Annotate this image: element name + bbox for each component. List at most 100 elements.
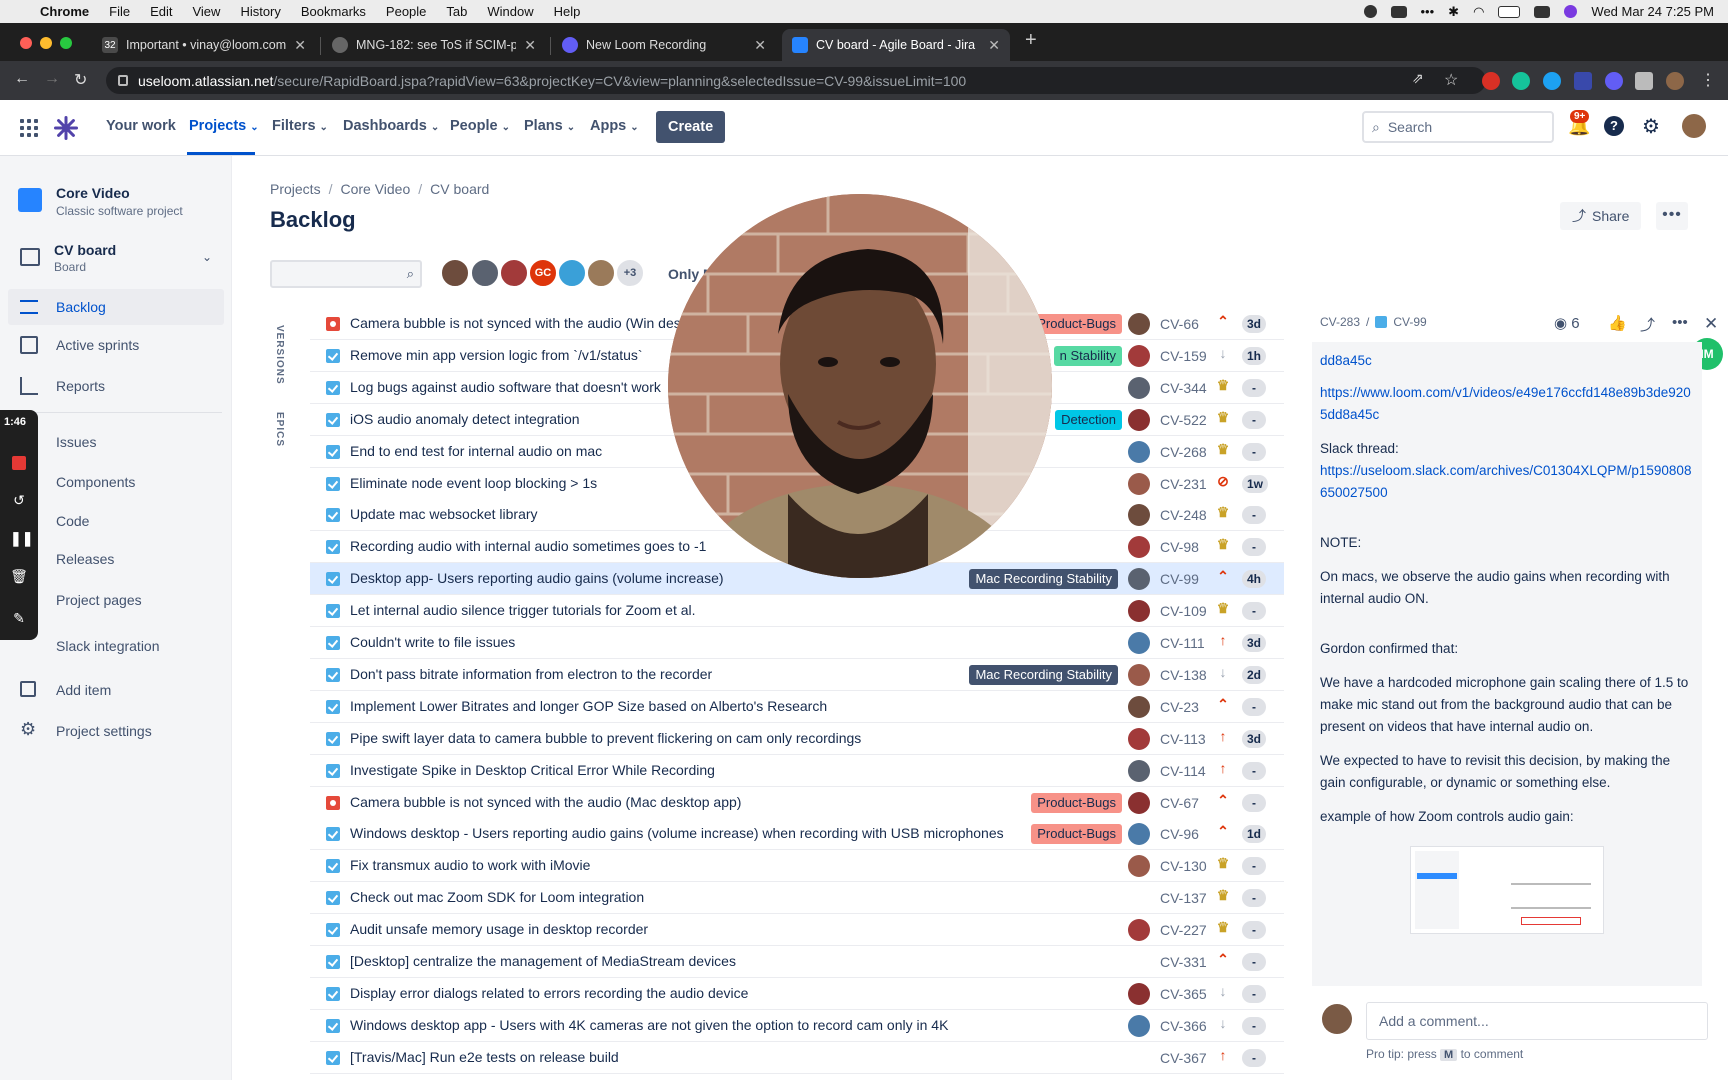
sidebar-item-project-pages[interactable]: Project pages <box>8 582 224 618</box>
assignee-avatar[interactable] <box>1128 536 1150 559</box>
epic-label[interactable]: Detection <box>1055 409 1122 430</box>
assignee-avatar[interactable] <box>1128 472 1150 495</box>
issue-row[interactable]: Windows desktop app - Users with 4K came… <box>310 1009 1284 1042</box>
issue-summary[interactable]: [Travis/Mac] Run e2e tests on release bu… <box>350 1049 619 1065</box>
issue-summary[interactable]: Don't pass bitrate information from elec… <box>350 666 712 682</box>
assignee-filter-avatar[interactable] <box>440 258 470 288</box>
issue-row[interactable]: Audit unsafe memory usage in desktop rec… <box>310 914 1284 947</box>
issue-summary[interactable]: Investigate Spike in Desktop Critical Er… <box>350 762 715 778</box>
assignee-avatar[interactable] <box>1128 791 1150 814</box>
nav-plans[interactable]: Plans ⌄ <box>524 118 575 134</box>
epic-label[interactable]: Product-Bugs <box>1031 314 1122 334</box>
assignee-avatar[interactable] <box>1128 632 1150 654</box>
sidebar-item-reports[interactable]: Reports <box>8 368 224 404</box>
issue-summary[interactable]: Eliminate node event loop blocking > 1s <box>350 475 597 491</box>
parent-issue-key[interactable]: CV-283 <box>1320 315 1360 329</box>
assignee-avatar[interactable] <box>1128 727 1150 750</box>
issue-key[interactable]: CV-109 <box>1160 603 1207 619</box>
issue-summary[interactable]: Remove min app version logic from `/v1/s… <box>350 347 643 363</box>
issue-key[interactable]: CV-138 <box>1160 667 1207 683</box>
assignee-filter-avatar[interactable] <box>470 258 500 288</box>
close-tab-icon[interactable]: ✕ <box>988 37 1000 54</box>
menu-app[interactable]: Chrome <box>40 4 89 19</box>
assignee-avatar[interactable] <box>1128 504 1150 527</box>
user-avatar[interactable] <box>1682 114 1706 138</box>
issue-key[interactable]: CV-344 <box>1160 380 1207 396</box>
issue-summary[interactable]: Fix transmux audio to work with iMovie <box>350 857 590 873</box>
jira-logo-icon[interactable] <box>52 114 80 142</box>
extension-teal-icon[interactable] <box>1543 72 1561 90</box>
assignee-filter-avatar[interactable] <box>499 258 529 288</box>
siri-icon[interactable] <box>1564 5 1578 18</box>
issue-key[interactable]: CV-522 <box>1160 412 1207 428</box>
assignee-avatar[interactable] <box>1128 695 1150 718</box>
new-tab-icon[interactable]: + <box>1025 29 1037 52</box>
issue-key[interactable]: CV-113 <box>1160 731 1206 747</box>
battery-icon[interactable] <box>1498 5 1521 18</box>
browser-tab-gmail[interactable]: 32 Important • vinay@loom.com ✕ <box>92 29 316 61</box>
menu-view[interactable]: View <box>192 4 220 19</box>
bluetooth-icon[interactable]: ✱ <box>1448 4 1459 20</box>
nav-people[interactable]: People ⌄ <box>450 118 510 134</box>
epic-label[interactable]: n Stability <box>1053 345 1122 366</box>
extension-m-icon[interactable] <box>1574 72 1592 90</box>
issue-row[interactable]: Let internal audio silence trigger tutor… <box>310 595 1284 628</box>
sidebar-item-issues[interactable]: Issues <box>8 424 224 460</box>
issue-summary[interactable]: Let internal audio silence trigger tutor… <box>350 602 696 618</box>
reload-icon[interactable]: ↻ <box>74 70 87 90</box>
settings-gear-icon[interactable]: ⚙ <box>1642 114 1660 139</box>
epic-label[interactable]: Product-Bugs <box>1031 824 1122 845</box>
epic-label[interactable]: Mac Recording Stability <box>969 569 1118 590</box>
gear-tray-icon[interactable] <box>1363 5 1377 18</box>
versions-panel-toggle[interactable]: VERSIONS <box>274 325 285 385</box>
issue-key[interactable]: CV-227 <box>1160 922 1207 938</box>
create-button[interactable]: Create <box>656 111 726 143</box>
issue-row[interactable]: Windows desktop - Users reporting audio … <box>310 818 1284 851</box>
sidebar-item-add-item[interactable]: Add item <box>8 672 224 708</box>
assignee-avatar[interactable] <box>1128 440 1150 463</box>
assignee-avatar[interactable] <box>1128 855 1150 878</box>
watchers-eye-icon[interactable]: ◉ 6 <box>1554 314 1580 332</box>
share-button[interactable]: ⤴ Share <box>1560 202 1642 230</box>
menu-window[interactable]: Window <box>487 4 533 19</box>
nav-your-work[interactable]: Your work <box>106 118 176 134</box>
issue-row[interactable]: Pipe swift layer data to camera bubble t… <box>310 722 1284 755</box>
back-icon[interactable]: ← <box>14 70 30 88</box>
browser-tab-loom[interactable]: New Loom Recording ✕ <box>552 29 776 61</box>
issue-summary[interactable]: End to end test for internal audio on ma… <box>350 443 602 459</box>
assignee-avatar[interactable] <box>1128 408 1150 431</box>
sidebar-item-slack-integration[interactable]: Slack integration <box>8 628 224 664</box>
assignee-filter-avatar[interactable] <box>557 258 587 288</box>
issue-key[interactable]: CV-366 <box>1160 1018 1207 1034</box>
issue-key[interactable]: CV-111 <box>1160 635 1205 651</box>
wifi-icon[interactable]: ◠ <box>1473 4 1484 20</box>
assignee-avatar[interactable] <box>1128 982 1150 1005</box>
assignee-filter-avatar-gc[interactable]: GC <box>528 258 558 288</box>
issue-key[interactable]: CV-114 <box>1160 763 1206 779</box>
issue-summary[interactable]: Recording audio with internal audio some… <box>350 538 706 554</box>
sidebar-item-code[interactable]: Code <box>8 503 224 539</box>
bookmark-star-icon[interactable]: ☆ <box>1444 70 1458 90</box>
address-bar[interactable]: useloom.atlassian.net/secure/RapidBoard.… <box>106 67 1486 94</box>
issue-summary[interactable]: iOS audio anomaly detect integration <box>350 411 580 427</box>
more-tray-icon[interactable]: ••• <box>1421 4 1435 19</box>
help-icon[interactable]: ? <box>1604 116 1624 136</box>
issue-summary[interactable]: Windows desktop app - Users with 4K came… <box>350 1017 948 1033</box>
issue-summary[interactable]: Pipe swift layer data to camera bubble t… <box>350 730 861 746</box>
forward-icon[interactable]: → <box>44 70 60 88</box>
zoom-settings-screenshot[interactable] <box>1410 846 1604 934</box>
issue-key[interactable]: CV-331 <box>1160 954 1207 970</box>
breadcrumb-cv-board[interactable]: CV board <box>430 181 489 197</box>
control-center-icon[interactable] <box>1534 5 1551 18</box>
board-selector[interactable]: CV board Board ⌄ <box>8 236 224 282</box>
issue-row[interactable]: Fix transmux audio to work with iMovie CV… <box>310 850 1284 883</box>
delete-recording-icon[interactable]: 🗑 <box>10 568 28 586</box>
nav-apps[interactable]: Apps ⌄ <box>590 118 639 134</box>
menu-help[interactable]: Help <box>554 4 581 19</box>
breadcrumb-projects[interactable]: Projects <box>270 181 321 197</box>
open-external-icon[interactable]: ⇗ <box>1412 70 1424 87</box>
issue-key[interactable]: CV-365 <box>1160 986 1207 1002</box>
nav-dashboards[interactable]: Dashboards ⌄ <box>343 118 439 134</box>
issue-summary[interactable]: Update mac websocket library <box>350 506 538 522</box>
issue-row[interactable]: Display error dialogs related to errors … <box>310 977 1284 1010</box>
